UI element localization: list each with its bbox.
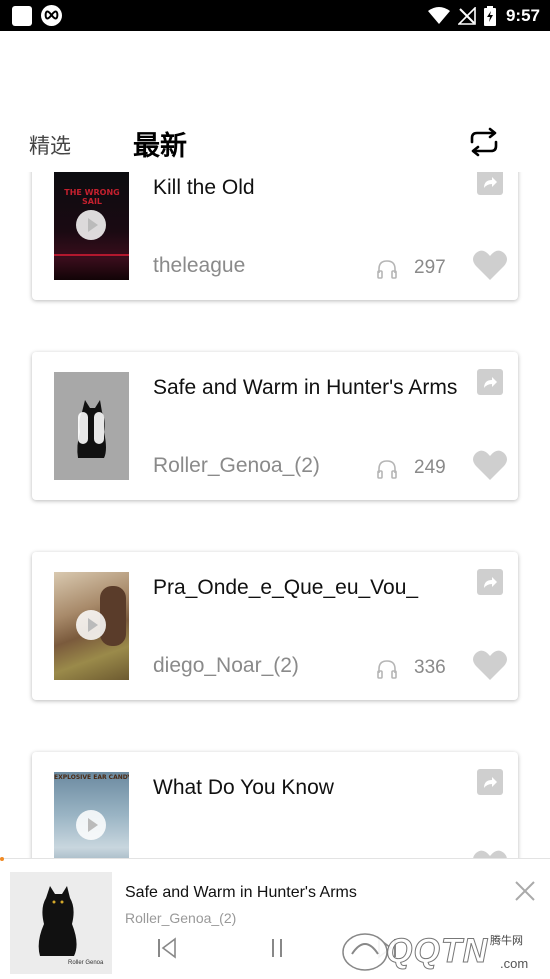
pause-icon[interactable]: [266, 937, 288, 959]
battery-icon: [483, 6, 496, 26]
status-bar: 9:57: [0, 0, 550, 31]
track-card[interactable]: Pra_Onde_e_Que_eu_Vou_ diego_Noar_(2) 33…: [32, 552, 518, 700]
watermark-logo-icon: [342, 933, 388, 971]
cover-text: EXPLOSIVE EAR CANDY: [54, 774, 129, 781]
cat-silhouette: [38, 886, 77, 956]
share-icon[interactable]: [477, 769, 503, 795]
play-count: 297: [414, 257, 446, 278]
share-icon[interactable]: [477, 369, 503, 395]
track-title[interactable]: Kill the Old: [153, 176, 468, 200]
track-cover[interactable]: [54, 372, 129, 480]
previous-icon[interactable]: [156, 937, 178, 959]
tab-latest[interactable]: 最新: [133, 124, 187, 163]
play-icon[interactable]: [76, 610, 106, 640]
track-card[interactable]: Safe and Warm in Hunter's Arms Roller_Ge…: [32, 352, 518, 500]
heart-icon[interactable]: [472, 649, 508, 681]
play-count: 249: [414, 457, 446, 478]
track-cover[interactable]: [54, 572, 129, 680]
heart-icon[interactable]: [472, 849, 508, 858]
tab-bar: 精选 最新: [0, 118, 550, 168]
clock: 9:57: [505, 6, 540, 25]
infinity-icon: [41, 5, 62, 26]
play-icon[interactable]: [76, 210, 106, 240]
track-list[interactable]: THE WRONG SAIL Kill the Old theleague 29…: [0, 172, 550, 858]
watermark-logo: QQTN: [385, 932, 489, 971]
track-card[interactable]: THE WRONG SAIL Kill the Old theleague 29…: [32, 172, 518, 300]
track-cover[interactable]: EXPLOSIVE EAR CANDY: [54, 772, 129, 858]
track-title[interactable]: Pra_Onde_e_Que_eu_Vou_: [153, 576, 468, 600]
player-artist: Roller_Genoa_(2): [125, 910, 237, 926]
track-card[interactable]: EXPLOSIVE EAR CANDY What Do You Know: [32, 752, 518, 858]
watermark-sub: 腾牛网: [490, 935, 523, 947]
track-title[interactable]: Safe and Warm in Hunter's Arms: [153, 376, 468, 400]
heart-icon[interactable]: [472, 249, 508, 281]
track-author[interactable]: Roller_Genoa_(2): [153, 454, 320, 478]
share-icon[interactable]: [477, 569, 503, 595]
tab-featured[interactable]: 精选: [29, 130, 71, 160]
heart-icon[interactable]: [472, 449, 508, 481]
progress-indicator: [0, 857, 4, 861]
play-count: 336: [414, 657, 446, 678]
cover-line: [54, 254, 129, 256]
track-author[interactable]: theleague: [153, 254, 245, 278]
cover-caption: Roller Genoa: [68, 960, 104, 966]
pause-icon[interactable]: [78, 412, 106, 444]
track-author[interactable]: diego_Noar_(2): [153, 654, 299, 678]
player-cover[interactable]: Roller Genoa: [10, 872, 112, 974]
close-icon[interactable]: [513, 879, 537, 903]
watermark-domain: .com: [500, 956, 529, 971]
watermark: QQTN 腾牛网 .com: [340, 920, 545, 976]
app-notification-icon: [12, 6, 32, 26]
share-icon[interactable]: [477, 172, 503, 195]
cover-text: THE WRONG SAIL: [64, 188, 120, 206]
no-signal-icon: [457, 7, 476, 25]
headphones-icon: [377, 660, 397, 679]
headphones-icon: [377, 460, 397, 479]
cover-figure: [100, 586, 126, 646]
track-title[interactable]: What Do You Know: [153, 776, 468, 800]
wifi-icon: [427, 7, 450, 24]
track-cover[interactable]: THE WRONG SAIL: [54, 172, 129, 280]
play-icon[interactable]: [76, 810, 106, 840]
headphones-icon: [377, 260, 397, 279]
player-title: Safe and Warm in Hunter's Arms: [125, 884, 357, 901]
refresh-icon[interactable]: [466, 124, 502, 160]
